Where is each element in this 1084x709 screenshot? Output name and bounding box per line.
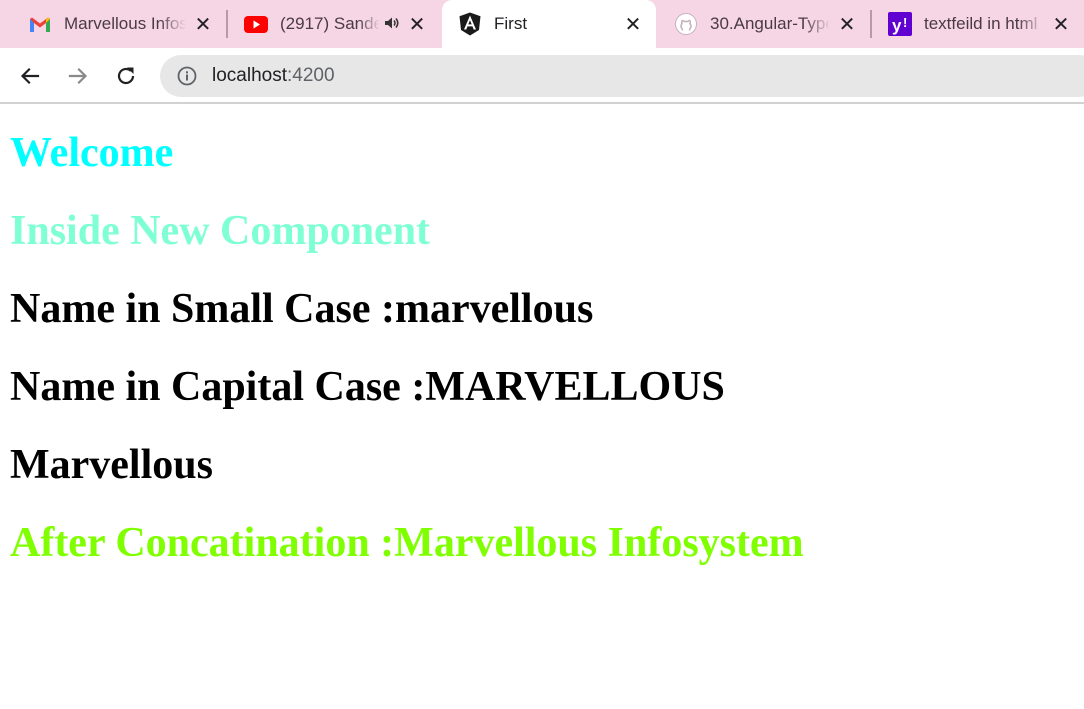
tab-title: 30.Angular-TypeScript xyxy=(710,14,830,33)
tab-title: Marvellous Infosystem xyxy=(64,14,186,33)
url-text: localhost:4200 xyxy=(212,65,335,87)
close-icon[interactable]: ✕ xyxy=(836,13,858,36)
youtube-icon xyxy=(244,12,268,36)
inside-component-heading: Inside New Component xyxy=(10,208,431,254)
concatenation-heading: After Concatination :Marvellous Infosyst… xyxy=(10,520,804,566)
tab-strip: Marvellous Infosystem ✕ (2917) Sandeep ✕ xyxy=(0,0,1084,48)
close-icon[interactable]: ✕ xyxy=(622,13,644,36)
tab-gmail[interactable]: Marvellous Infosystem ✕ xyxy=(0,0,226,48)
address-bar[interactable]: localhost:4200 xyxy=(160,55,1084,97)
close-icon[interactable]: ✕ xyxy=(1050,13,1072,36)
tab-title: First xyxy=(494,14,528,33)
angular-icon xyxy=(458,12,482,36)
tab-title: textfeild in html xyxy=(924,14,1038,33)
forward-button[interactable] xyxy=(62,60,94,92)
yahoo-icon: y ! xyxy=(888,12,912,36)
tab-title: (2917) Sandeep xyxy=(280,14,380,33)
reload-button[interactable] xyxy=(110,60,142,92)
tab-youtube[interactable]: (2917) Sandeep ✕ xyxy=(228,0,440,48)
info-icon[interactable] xyxy=(176,65,198,87)
svg-text:y: y xyxy=(892,16,902,35)
capital-case-name-heading: Name in Capital Case :MARVELLOUS xyxy=(10,364,725,410)
tab-yahoo[interactable]: y ! textfeild in html ✕ xyxy=(872,0,1084,48)
tab-first[interactable]: First ✕ xyxy=(442,0,656,48)
back-button[interactable] xyxy=(14,60,46,92)
welcome-heading: Welcome xyxy=(10,130,174,176)
github-icon xyxy=(674,12,698,36)
close-icon[interactable]: ✕ xyxy=(192,13,214,36)
svg-text:!: ! xyxy=(903,15,907,30)
page-content: Welcome Inside New Component Name in Sma… xyxy=(10,128,1070,596)
speaker-icon[interactable] xyxy=(384,16,400,33)
forward-arrow-icon xyxy=(68,67,88,85)
back-arrow-icon xyxy=(20,67,40,85)
close-icon[interactable]: ✕ xyxy=(406,13,428,36)
gmail-icon xyxy=(28,12,52,36)
name-heading: Marvellous xyxy=(10,442,213,488)
tab-github[interactable]: 30.Angular-TypeScript ✕ xyxy=(658,0,870,48)
url-host: localhost xyxy=(212,65,287,86)
small-case-name-heading: Name in Small Case :marvellous xyxy=(10,286,594,332)
browser-toolbar: localhost:4200 xyxy=(0,48,1084,104)
url-port: :4200 xyxy=(287,65,335,86)
reload-icon xyxy=(117,67,135,85)
